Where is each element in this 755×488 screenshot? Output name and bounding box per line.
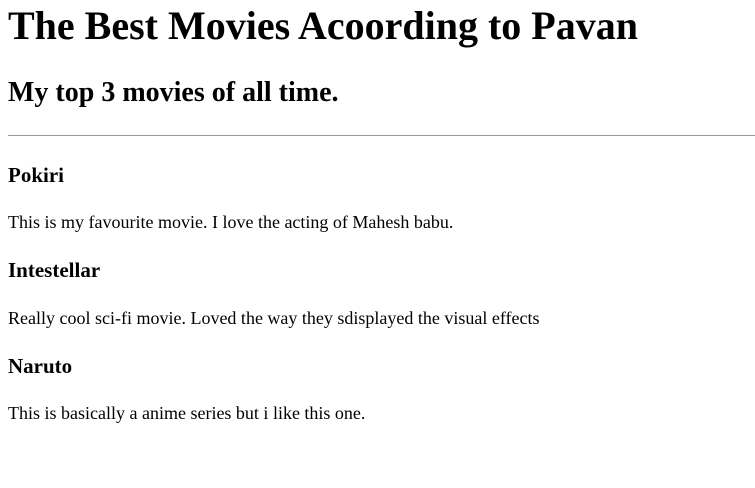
- movie-entry-naruto: Naruto This is basically a anime series …: [8, 329, 755, 424]
- page-title: The Best Movies Acoording to Pavan: [8, 3, 638, 48]
- page: The Best Movies Acoording to Pavan My to…: [0, 0, 755, 488]
- page-subtitle: My top 3 movies of all time.: [8, 77, 339, 108]
- movie-title: Intestellar: [8, 258, 101, 282]
- movie-entry-pokiri: Pokiri This is my favourite movie. I lov…: [8, 136, 755, 233]
- movie-title: Naruto: [8, 354, 73, 378]
- movie-description: This is basically a anime series but i l…: [8, 403, 366, 423]
- movie-entry-intestellar: Intestellar Really cool sci-fi movie. Lo…: [8, 233, 755, 329]
- movie-description: This is my favourite movie. I love the a…: [8, 212, 454, 232]
- movie-description: Really cool sci-fi movie. Loved the way …: [8, 308, 540, 328]
- movie-title: Pokiri: [8, 163, 64, 187]
